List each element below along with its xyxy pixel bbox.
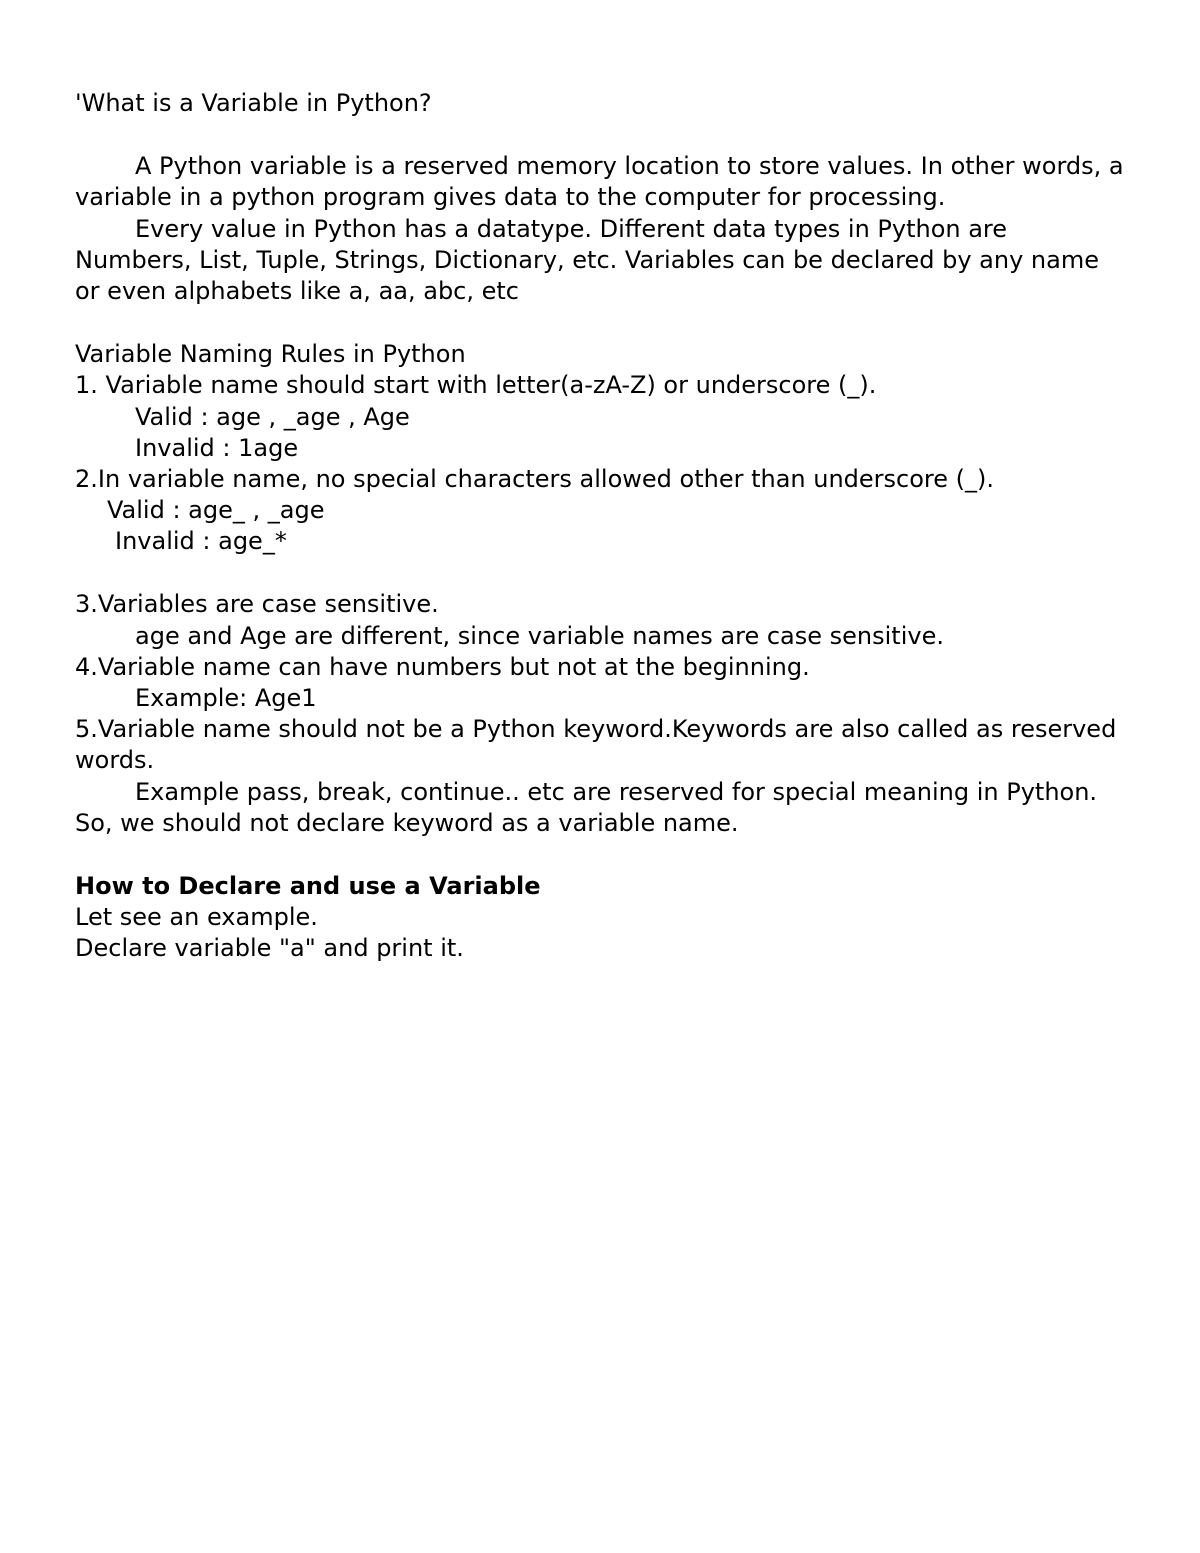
intro-paragraph-1: A Python variable is a reserved memory l… [75, 151, 1125, 213]
rule-4-text: 4.Variable name can have numbers but not… [75, 652, 1125, 683]
howto-line-2: Declare variable "a" and print it. [75, 933, 1125, 964]
rule-5-text: 5.Variable name should not be a Python k… [75, 714, 1125, 776]
document-title: 'What is a Variable in Python? [75, 88, 1125, 119]
rule-2-invalid: Invalid : age_* [75, 526, 1125, 557]
intro-paragraph-2: Every value in Python has a datatype. Di… [75, 214, 1125, 308]
rule-1-valid: Valid : age , _age , Age [75, 402, 1125, 433]
rule-3-note: age and Age are different, since variabl… [75, 621, 1125, 652]
rule-1-invalid: Invalid : 1age [75, 433, 1125, 464]
rule-5-example: Example pass, break, continue.. etc are … [75, 777, 1125, 839]
rule-3-text: 3.Variables are case sensitive. [75, 589, 1125, 620]
howto-line-1: Let see an example. [75, 902, 1125, 933]
howto-heading: How to Declare and use a Variable [75, 871, 1125, 902]
rule-2-text: 2.In variable name, no special character… [75, 464, 1125, 495]
rule-1-text: 1. Variable name should start with lette… [75, 370, 1125, 401]
rule-4-example: Example: Age1 [75, 683, 1125, 714]
rule-2-valid: Valid : age_ , _age [75, 495, 1125, 526]
rules-heading: Variable Naming Rules in Python [75, 339, 1125, 370]
